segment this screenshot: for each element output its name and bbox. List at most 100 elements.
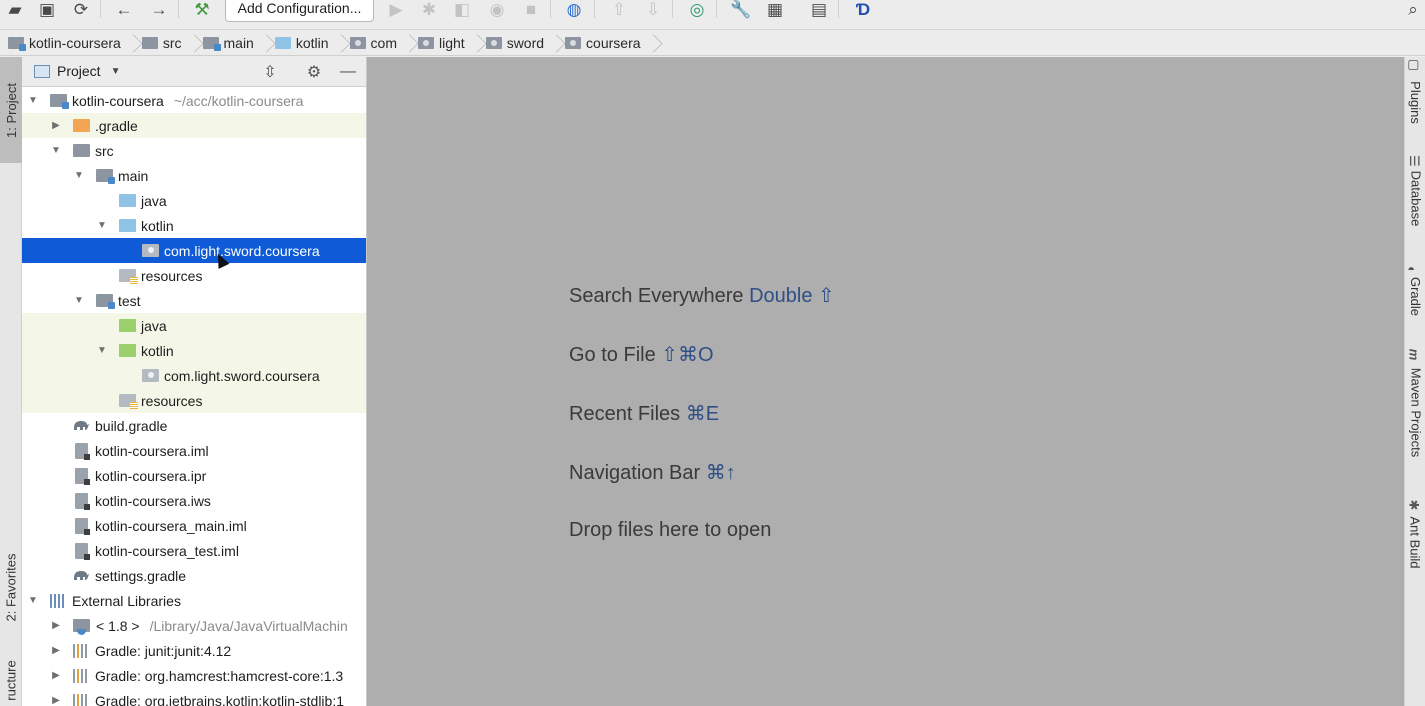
tab-plugins[interactable]: ▢ Plugins [1405,57,1425,147]
tab-maven-projects[interactable]: m Maven Projects [1405,347,1425,477]
tree-node-main[interactable]: ▼ main [22,163,366,188]
collapsed-arrow-icon[interactable]: ▶ [51,120,61,131]
module-folder-icon [8,37,26,51]
tab-structure[interactable]: ructure [0,655,22,706]
tree-node-test-package[interactable]: com.light.sword.coursera [22,363,366,388]
back-icon[interactable]: ← [111,0,137,20]
coverage-icon[interactable]: ◧ [449,0,475,20]
tree-node-main-java[interactable]: java [22,188,366,213]
tree-node-lib-hamcrest[interactable]: ▶ Gradle: org.hamcrest:hamcrest-core:1.3 [22,663,366,688]
maven-icon: m [1406,348,1422,361]
source-folder-icon [274,37,291,49]
plugin-icon[interactable]: Ɗ [850,0,876,20]
expanded-arrow-icon[interactable]: ▼ [97,220,107,231]
tree-node-settings-gradle[interactable]: settings.gradle [22,563,366,588]
expanded-arrow-icon[interactable]: ▼ [28,595,38,606]
collapsed-arrow-icon[interactable]: ▶ [51,670,61,681]
expanded-arrow-icon[interactable]: ▼ [74,295,84,306]
terminal-icon[interactable]: ▤ [806,0,832,20]
library-icon [50,593,66,608]
run-icon[interactable]: ▶ [383,0,409,20]
package-icon [565,37,582,49]
minimize-icon[interactable]: — [337,61,359,83]
collapse-all-icon[interactable]: ⇳ [259,61,281,83]
package-icon [142,244,159,257]
breadcrumb-item[interactable]: main [199,31,260,56]
tree-node-jdk[interactable]: ▶ < 1.8 >/Library/Java/JavaVirtualMachin [22,613,366,638]
search-icon[interactable]: ⌕ [1400,0,1425,20]
plugins-icon: ▢ [1407,58,1423,72]
tree-node-test-iml[interactable]: kotlin-coursera_test.iml [22,538,366,563]
vcs-icon[interactable]: ⇧ [606,0,632,20]
tab-ant-build[interactable]: ✱ Ant Build [1405,497,1425,587]
open-icon[interactable]: ▰ [2,0,28,20]
save-icon[interactable]: ▣ [34,0,60,20]
collapsed-arrow-icon[interactable]: ▶ [51,645,61,656]
tree-node-external-libraries[interactable]: ▼ External Libraries [22,588,366,613]
test-folder-icon [119,344,136,357]
tab-project[interactable]: 1: Project [0,57,22,163]
tree-node-test-kotlin[interactable]: ▼ kotlin [22,338,366,363]
package-icon [349,37,366,49]
tree-node-gradle-dir[interactable]: ▶ .gradle [22,113,366,138]
tree-node-ipr[interactable]: kotlin-coursera.ipr [22,463,366,488]
source-folder-icon [119,194,136,207]
project-view-selector[interactable]: Project ▼ [34,63,120,79]
vcs-update-icon[interactable]: ⇩ [640,0,666,20]
expanded-arrow-icon[interactable]: ▼ [74,170,84,181]
folder-icon [141,37,158,49]
build-icon[interactable]: ⚒ [189,0,215,20]
tree-node-main-resources[interactable]: resources [22,263,366,288]
tree-node-root[interactable]: ▼ kotlin-coursera ~/acc/kotlin-coursera [22,88,366,113]
breadcrumb-item[interactable]: coursera [561,31,646,56]
update-icon[interactable]: ◍ [561,0,587,20]
tree-node-main-iml[interactable]: kotlin-coursera_main.iml [22,513,366,538]
tree-node-src[interactable]: ▼ src [22,138,366,163]
tree-node-lib-junit[interactable]: ▶ Gradle: junit:junit:4.12 [22,638,366,663]
collapsed-arrow-icon[interactable]: ▶ [51,620,61,631]
expanded-arrow-icon[interactable]: ▼ [97,345,107,356]
editor-empty-area[interactable]: Search Everywhere Double ⇧ Go to File ⇧⌘… [367,57,1404,706]
forward-icon[interactable]: → [146,0,172,20]
test-folder-icon [119,319,136,332]
tab-favorites[interactable]: 2: Favorites [0,527,22,647]
collapsed-arrow-icon[interactable]: ▶ [51,695,61,706]
tree-node-test[interactable]: ▼ test [22,288,366,313]
gear-icon[interactable]: ⚙ [303,61,325,83]
expanded-arrow-icon[interactable]: ▼ [28,95,38,106]
database-icon: ☰ [1406,155,1422,167]
breadcrumb-item[interactable]: sword [482,31,550,56]
debug-icon[interactable]: ✱ [416,0,442,20]
tree-node-build-gradle[interactable]: build.gradle [22,413,366,438]
breadcrumb-item[interactable]: com [346,31,403,56]
project-structure-icon[interactable]: ▦ [762,0,788,20]
tree-node-lib-kotlin[interactable]: ▶ Gradle: org.jetbrains.kotlin:kotlin-st… [22,688,366,706]
jdk-icon [73,619,90,635]
add-configuration-button[interactable]: Add Configuration... [225,0,374,22]
package-icon [485,37,502,49]
tab-gradle[interactable]: ◖ Gradle [1404,261,1425,331]
gradle-elephant-icon [72,418,90,431]
module-folder-icon [96,169,115,184]
expanded-arrow-icon[interactable]: ▼ [51,145,61,156]
resources-folder-icon [119,269,138,284]
tree-node-main-package[interactable]: com.light.sword.coursera [22,238,366,263]
tree-node-main-kotlin[interactable]: ▼ kotlin [22,213,366,238]
settings-icon[interactable]: 🔧 [728,0,754,20]
tree-node-iml[interactable]: kotlin-coursera.iml [22,438,366,463]
tree-node-iws[interactable]: kotlin-coursera.iws [22,488,366,513]
tree-node-test-resources[interactable]: resources [22,388,366,413]
breadcrumb-item[interactable]: kotlin [271,31,335,56]
breadcrumb-item[interactable]: src [138,31,188,56]
tree-node-test-java[interactable]: java [22,313,366,338]
stop-icon[interactable]: ■ [518,0,544,20]
profile-icon[interactable]: ◉ [484,0,510,20]
left-tool-strip: 1: Project 2: Favorites ructure [0,57,22,706]
package-icon [418,37,434,49]
sync-icon[interactable]: ⟳ [68,0,94,20]
module-folder-icon [202,37,221,51]
breadcrumb-item[interactable]: light [414,31,471,56]
breadcrumb-item[interactable]: kotlin-coursera [4,31,127,56]
tab-database[interactable]: ☰ Database [1405,153,1425,243]
refresh-circle-icon[interactable]: ◎ [684,0,710,20]
